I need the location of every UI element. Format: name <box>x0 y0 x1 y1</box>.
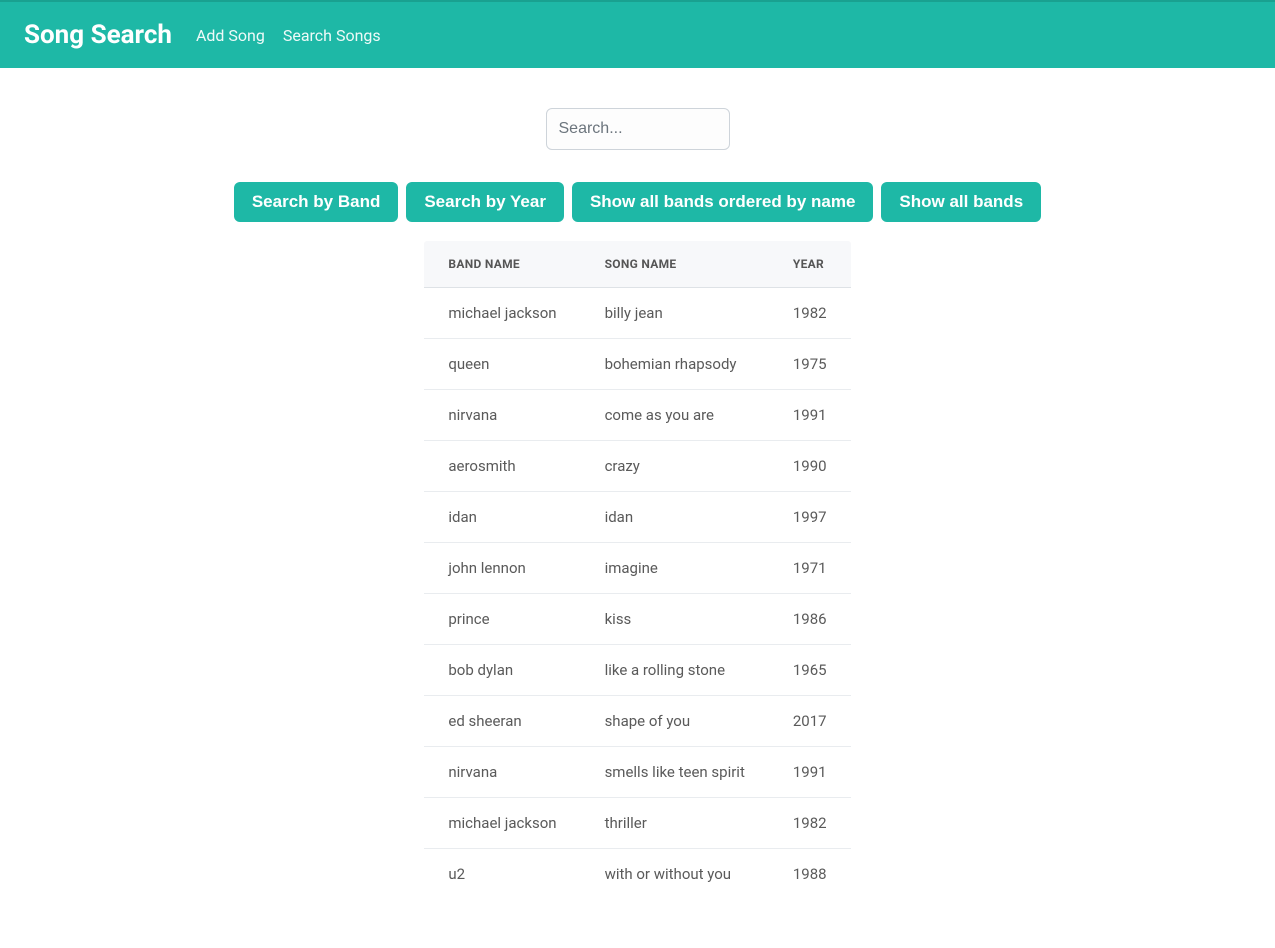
navbar-brand[interactable]: Song Search <box>24 20 172 50</box>
cell-year: 1991 <box>769 390 851 441</box>
cell-band: bob dylan <box>424 645 581 696</box>
main-container: Search by Band Search by Year Show all b… <box>88 108 1188 900</box>
cell-song: with or without you <box>581 849 769 900</box>
cell-song: smells like teen spirit <box>581 747 769 798</box>
navbar-link-search-songs[interactable]: Search Songs <box>283 26 381 45</box>
button-row: Search by Band Search by Year Show all b… <box>108 182 1168 222</box>
cell-year: 1988 <box>769 849 851 900</box>
cell-band: prince <box>424 594 581 645</box>
songs-table: BAND NAME SONG NAME YEAR michael jackson… <box>423 240 851 900</box>
search-by-band-button[interactable]: Search by Band <box>234 182 399 222</box>
table-row: idanidan1997 <box>424 492 851 543</box>
table-wrap: BAND NAME SONG NAME YEAR michael jackson… <box>108 240 1168 900</box>
cell-band: queen <box>424 339 581 390</box>
cell-song: imagine <box>581 543 769 594</box>
cell-song: billy jean <box>581 288 769 339</box>
search-input[interactable] <box>546 108 730 150</box>
cell-song: bohemian rhapsody <box>581 339 769 390</box>
cell-band: u2 <box>424 849 581 900</box>
cell-band: ed sheeran <box>424 696 581 747</box>
table-header-song: SONG NAME <box>581 241 769 288</box>
navbar: Song Search Add Song Search Songs <box>0 0 1275 68</box>
cell-year: 1986 <box>769 594 851 645</box>
table-row: michael jacksonthriller1982 <box>424 798 851 849</box>
table-row: princekiss1986 <box>424 594 851 645</box>
cell-band: john lennon <box>424 543 581 594</box>
cell-band: idan <box>424 492 581 543</box>
table-row: ed sheeranshape of you2017 <box>424 696 851 747</box>
table-row: aerosmithcrazy1990 <box>424 441 851 492</box>
cell-year: 1991 <box>769 747 851 798</box>
cell-band: michael jackson <box>424 288 581 339</box>
cell-song: crazy <box>581 441 769 492</box>
cell-song: come as you are <box>581 390 769 441</box>
search-wrap <box>108 108 1168 150</box>
cell-song: shape of you <box>581 696 769 747</box>
navbar-link-add-song[interactable]: Add Song <box>196 26 265 45</box>
table-row: queenbohemian rhapsody1975 <box>424 339 851 390</box>
cell-band: michael jackson <box>424 798 581 849</box>
cell-year: 1997 <box>769 492 851 543</box>
table-row: john lennonimagine1971 <box>424 543 851 594</box>
cell-band: aerosmith <box>424 441 581 492</box>
table-header-band: BAND NAME <box>424 241 581 288</box>
cell-year: 1990 <box>769 441 851 492</box>
table-header-year: YEAR <box>769 241 851 288</box>
table-row: nirvanacome as you are1991 <box>424 390 851 441</box>
cell-song: like a rolling stone <box>581 645 769 696</box>
navbar-links: Add Song Search Songs <box>196 26 381 45</box>
cell-song: idan <box>581 492 769 543</box>
cell-year: 1971 <box>769 543 851 594</box>
cell-band: nirvana <box>424 390 581 441</box>
show-all-bands-ordered-button[interactable]: Show all bands ordered by name <box>572 182 873 222</box>
table-row: u2with or without you1988 <box>424 849 851 900</box>
cell-year: 1982 <box>769 288 851 339</box>
cell-year: 2017 <box>769 696 851 747</box>
table-row: nirvanasmells like teen spirit1991 <box>424 747 851 798</box>
cell-year: 1975 <box>769 339 851 390</box>
show-all-bands-button[interactable]: Show all bands <box>881 182 1041 222</box>
search-by-year-button[interactable]: Search by Year <box>406 182 564 222</box>
cell-song: kiss <box>581 594 769 645</box>
cell-year: 1982 <box>769 798 851 849</box>
cell-year: 1965 <box>769 645 851 696</box>
table-row: michael jacksonbilly jean1982 <box>424 288 851 339</box>
cell-song: thriller <box>581 798 769 849</box>
table-row: bob dylanlike a rolling stone1965 <box>424 645 851 696</box>
cell-band: nirvana <box>424 747 581 798</box>
